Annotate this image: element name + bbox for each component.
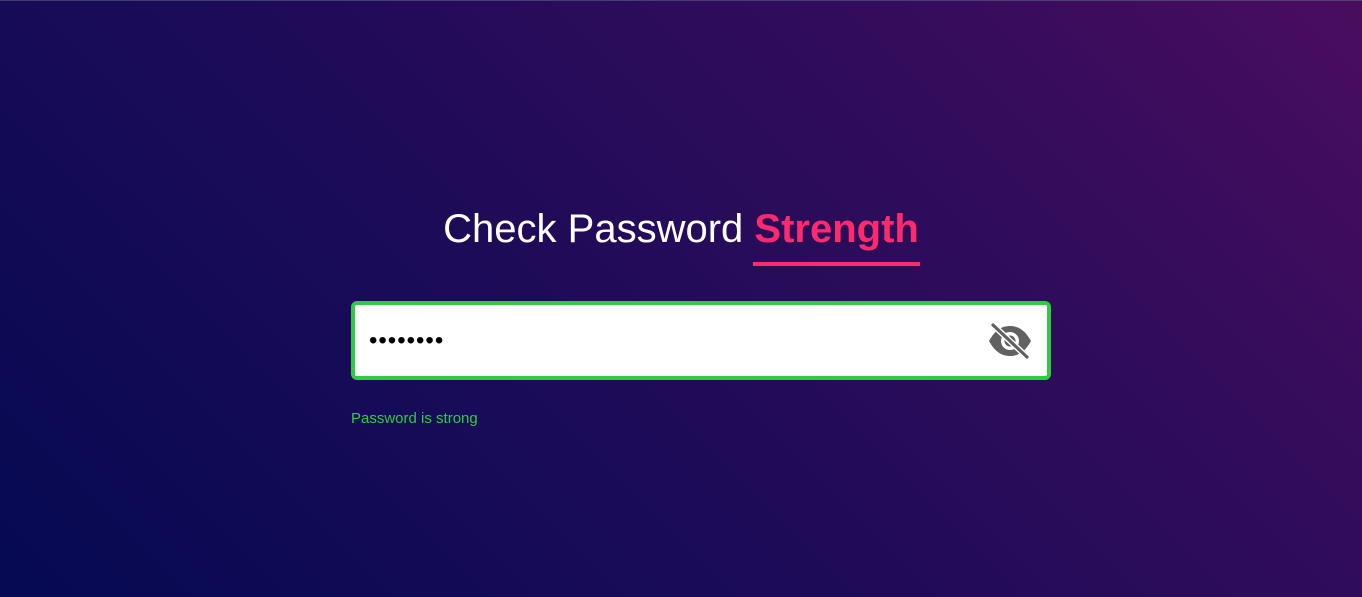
page-title-accent: Strength — [753, 207, 921, 266]
strength-status-text: Password is strong — [351, 410, 478, 427]
password-field-container: •••••••• — [351, 301, 1051, 380]
page-title: Check Password Strength — [0, 206, 1362, 266]
eye-slash-icon[interactable] — [987, 322, 1033, 360]
top-border-line — [0, 0, 1362, 1]
password-input[interactable]: •••••••• — [369, 305, 979, 376]
page-title-main: Check Password — [443, 207, 744, 251]
